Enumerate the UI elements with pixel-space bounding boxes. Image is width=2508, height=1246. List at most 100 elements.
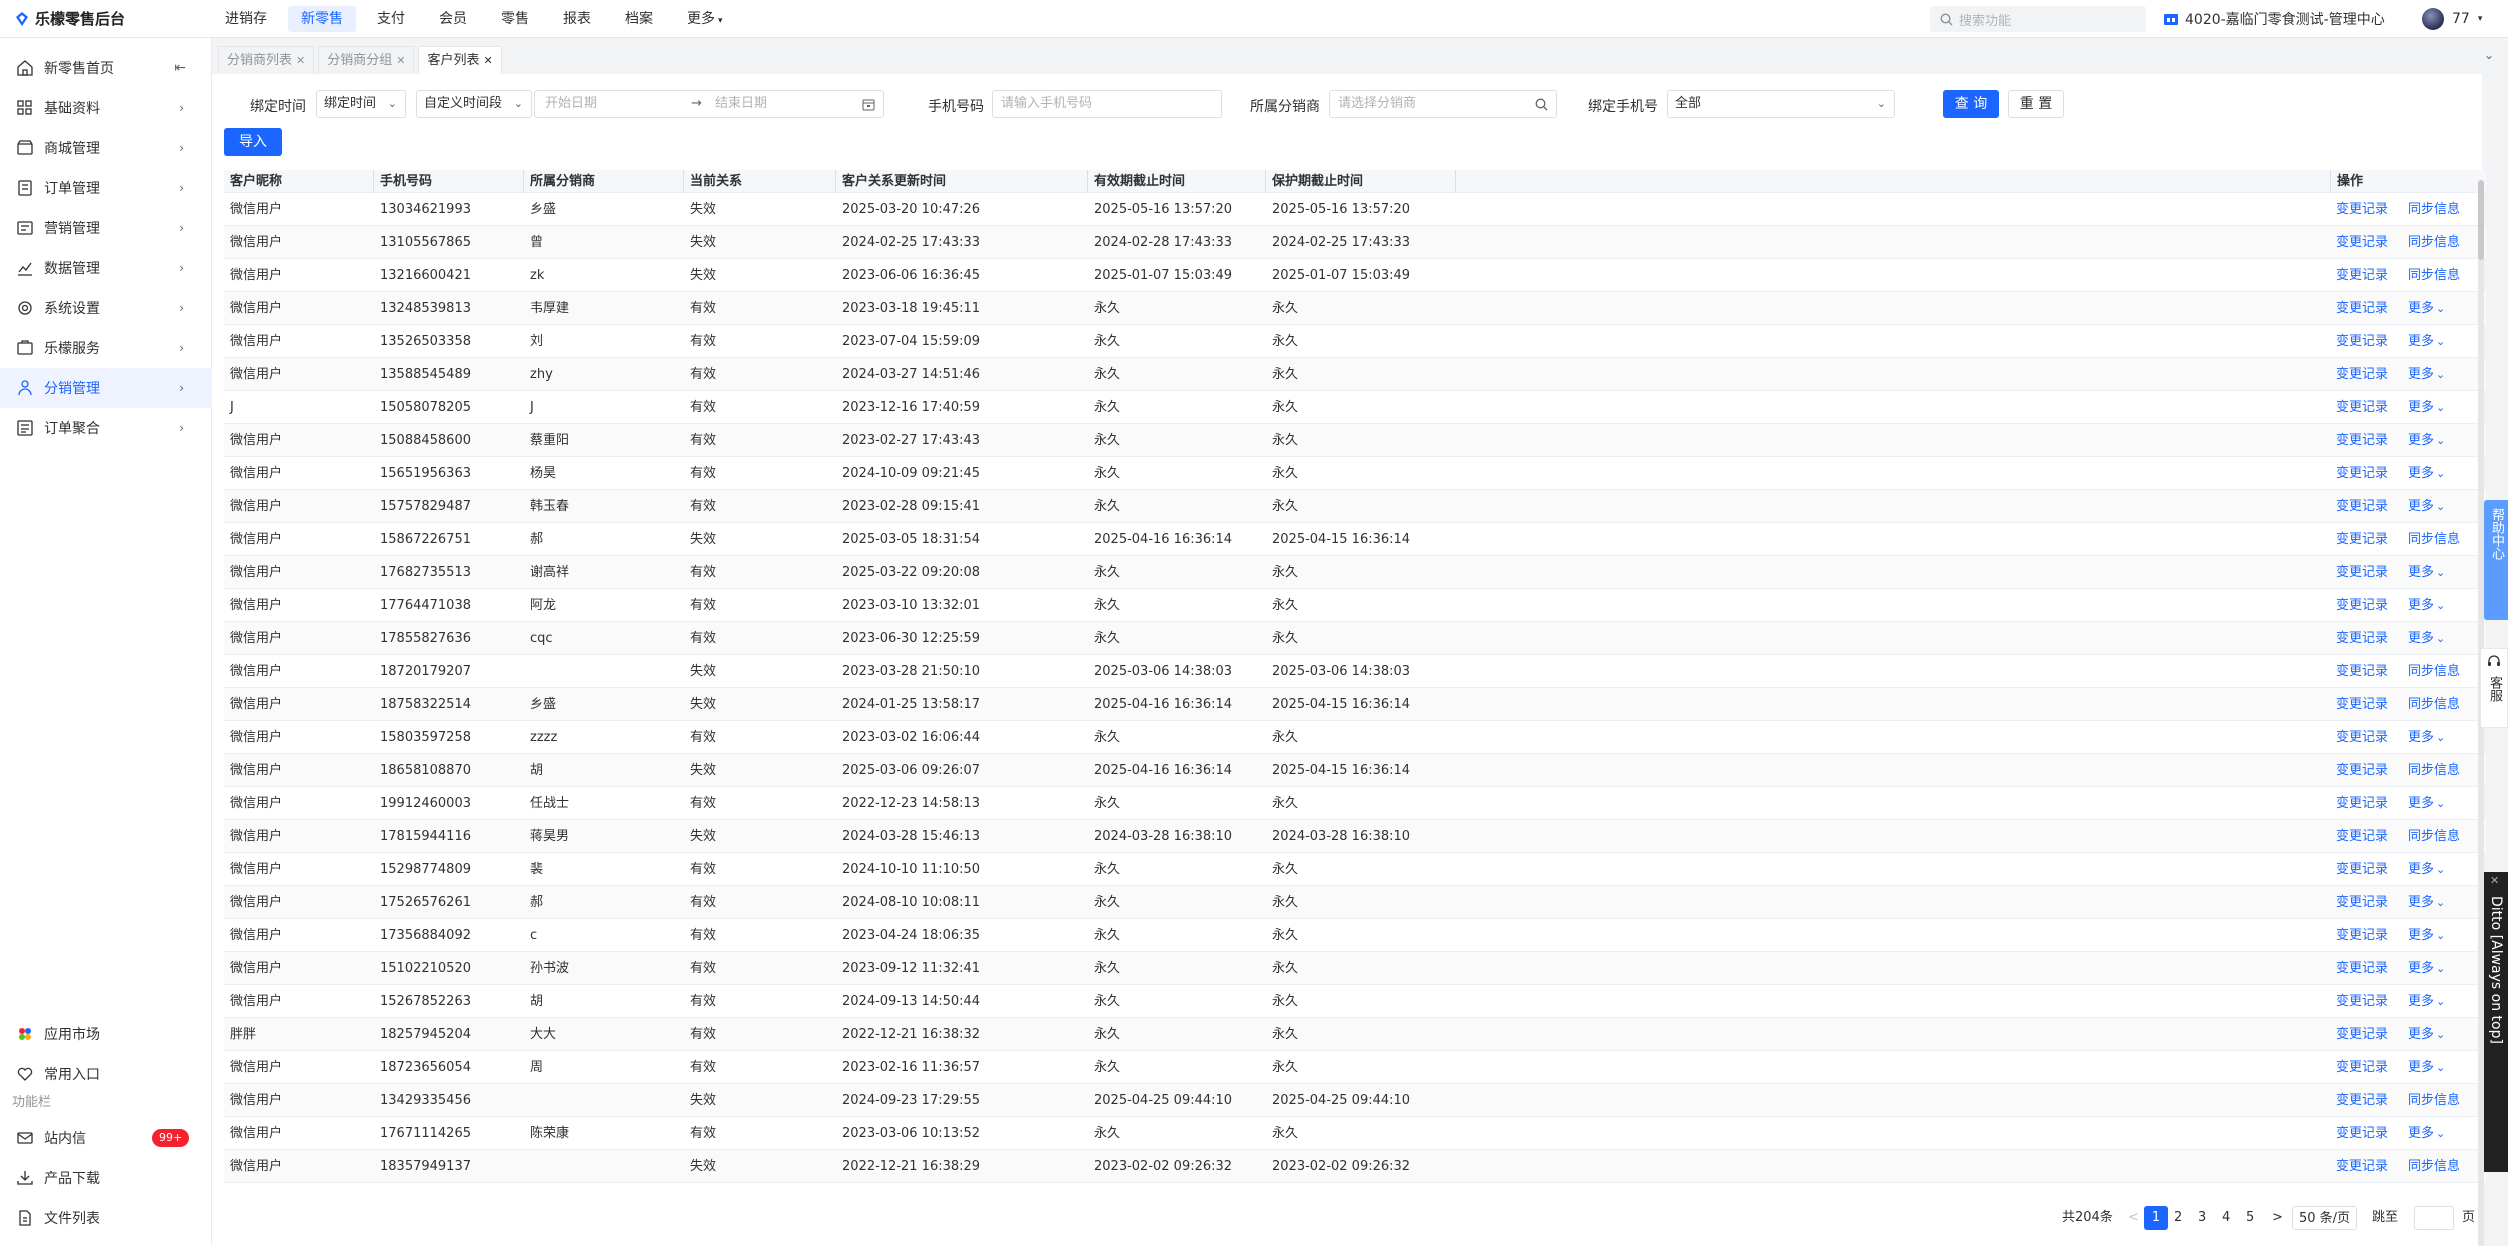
more-actions-link[interactable]: 更多 ⌄ xyxy=(2408,952,2445,985)
sync-info-link[interactable]: 同步信息 xyxy=(2408,193,2460,226)
page-number-button[interactable]: 5 xyxy=(2246,1206,2254,1230)
change-log-link[interactable]: 变更记录 xyxy=(2336,688,2388,721)
sync-info-link[interactable]: 同步信息 xyxy=(2408,1084,2460,1117)
change-log-link[interactable]: 变更记录 xyxy=(2336,457,2388,490)
query-button[interactable]: 查 询 xyxy=(1943,90,1999,118)
sync-info-link[interactable]: 同步信息 xyxy=(2408,688,2460,721)
top-nav-item[interactable]: 档案 xyxy=(612,6,666,32)
more-actions-link[interactable]: 更多 ⌄ xyxy=(2408,556,2445,589)
import-button[interactable]: 导入 xyxy=(224,128,282,156)
more-actions-link[interactable]: 更多 ⌄ xyxy=(2408,919,2445,952)
customer-service-tab[interactable]: 客服 xyxy=(2480,648,2508,728)
top-nav-item[interactable]: 进销存 xyxy=(212,6,280,32)
close-icon[interactable]: ✕ xyxy=(296,54,305,67)
date-range-picker[interactable]: 开始日期 → 结束日期 xyxy=(534,90,884,118)
top-nav-item[interactable]: 更多 ▾ xyxy=(674,6,736,32)
sync-info-link[interactable]: 同步信息 xyxy=(2408,259,2460,292)
change-log-link[interactable]: 变更记录 xyxy=(2336,622,2388,655)
change-log-link[interactable]: 变更记录 xyxy=(2336,523,2388,556)
sidebar-bottom-item[interactable]: 应用市场 xyxy=(0,1014,212,1054)
change-log-link[interactable]: 变更记录 xyxy=(2336,754,2388,787)
more-actions-link[interactable]: 更多 ⌄ xyxy=(2408,391,2445,424)
more-actions-link[interactable]: 更多 ⌄ xyxy=(2408,424,2445,457)
more-actions-link[interactable]: 更多 ⌄ xyxy=(2408,589,2445,622)
bind-time-select[interactable]: 绑定时间 ⌄ xyxy=(316,90,406,118)
top-nav-item[interactable]: 零售 xyxy=(488,6,542,32)
page-number-button[interactable]: 4 xyxy=(2222,1206,2230,1230)
sidebar-item[interactable]: 新零售首页 ⇤ xyxy=(0,48,212,88)
change-log-link[interactable]: 变更记录 xyxy=(2336,721,2388,754)
more-actions-link[interactable]: 更多 ⌄ xyxy=(2408,853,2445,886)
column-header[interactable]: 客户关系更新时间 xyxy=(836,170,1088,193)
change-log-link[interactable]: 变更记录 xyxy=(2336,556,2388,589)
page-tab[interactable]: 客户列表 ✕ xyxy=(418,46,502,74)
more-actions-link[interactable]: 更多 ⌄ xyxy=(2408,985,2445,1018)
top-nav-item[interactable]: 报表 xyxy=(550,6,604,32)
sidebar-item[interactable]: 订单管理 › xyxy=(0,168,212,208)
change-log-link[interactable]: 变更记录 xyxy=(2336,952,2388,985)
close-icon[interactable]: ✕ xyxy=(396,54,405,67)
column-header[interactable]: 客户昵称 xyxy=(224,170,374,193)
change-log-link[interactable]: 变更记录 xyxy=(2336,820,2388,853)
change-log-link[interactable]: 变更记录 xyxy=(2336,787,2388,820)
end-date-input[interactable]: 结束日期 xyxy=(715,91,767,117)
change-log-link[interactable]: 变更记录 xyxy=(2336,853,2388,886)
ditto-window[interactable]: ✕ Ditto [Always on top] xyxy=(2484,872,2508,1172)
change-log-link[interactable]: 变更记录 xyxy=(2336,226,2388,259)
time-range-select[interactable]: 自定义时间段 ⌄ xyxy=(416,90,532,118)
sidebar-bottom-item[interactable]: 常用入口 xyxy=(0,1054,212,1094)
more-actions-link[interactable]: 更多 ⌄ xyxy=(2408,457,2445,490)
column-header[interactable]: 有效期截止时间 xyxy=(1088,170,1266,193)
change-log-link[interactable]: 变更记录 xyxy=(2336,490,2388,523)
more-actions-link[interactable]: 更多 ⌄ xyxy=(2408,622,2445,655)
change-log-link[interactable]: 变更记录 xyxy=(2336,193,2388,226)
more-actions-link[interactable]: 更多 ⌄ xyxy=(2408,490,2445,523)
close-icon[interactable]: ✕ xyxy=(2490,874,2499,887)
page-size-select[interactable]: 50 条/页 xyxy=(2292,1206,2358,1230)
change-log-link[interactable]: 变更记录 xyxy=(2336,589,2388,622)
change-log-link[interactable]: 变更记录 xyxy=(2336,886,2388,919)
top-nav-item[interactable]: 会员 xyxy=(426,6,480,32)
change-log-link[interactable]: 变更记录 xyxy=(2336,1150,2388,1183)
function-item[interactable]: 文件列表 xyxy=(0,1198,212,1238)
sidebar-item[interactable]: 基础资料 › xyxy=(0,88,212,128)
more-actions-link[interactable]: 更多 ⌄ xyxy=(2408,1117,2445,1150)
change-log-link[interactable]: 变更记录 xyxy=(2336,985,2388,1018)
more-actions-link[interactable]: 更多 ⌄ xyxy=(2408,1051,2445,1084)
more-actions-link[interactable]: 更多 ⌄ xyxy=(2408,292,2445,325)
sync-info-link[interactable]: 同步信息 xyxy=(2408,226,2460,259)
close-icon[interactable]: ✕ xyxy=(483,54,492,67)
more-actions-link[interactable]: 更多 ⌄ xyxy=(2408,787,2445,820)
sidebar-item[interactable]: 营销管理 › xyxy=(0,208,212,248)
change-log-link[interactable]: 变更记录 xyxy=(2336,1051,2388,1084)
sync-info-link[interactable]: 同步信息 xyxy=(2408,1150,2460,1183)
sidebar-item[interactable]: 商城管理 › xyxy=(0,128,212,168)
sidebar-item[interactable]: 乐檬服务 › xyxy=(0,328,212,368)
page-number-button[interactable]: 1 xyxy=(2144,1206,2168,1230)
sidebar-item[interactable]: 订单聚合 › xyxy=(0,408,212,448)
user-menu[interactable]: 77 ▾ xyxy=(2422,0,2482,38)
column-header[interactable]: 当前关系 xyxy=(684,170,836,193)
jump-page-input[interactable] xyxy=(2414,1206,2454,1230)
collapse-sidebar-icon[interactable]: ⇤ xyxy=(174,60,186,76)
sidebar-item[interactable]: 数据管理 › xyxy=(0,248,212,288)
scrollbar-thumb[interactable] xyxy=(2478,180,2484,260)
more-actions-link[interactable]: 更多 ⌄ xyxy=(2408,1018,2445,1051)
change-log-link[interactable]: 变更记录 xyxy=(2336,325,2388,358)
change-log-link[interactable]: 变更记录 xyxy=(2336,1117,2388,1150)
column-header[interactable]: 所属分销商 xyxy=(524,170,684,193)
page-number-button[interactable]: 2 xyxy=(2174,1206,2182,1230)
tabs-dropdown-icon[interactable]: ⌄ xyxy=(2484,48,2494,62)
bind-phone-select[interactable]: 全部 ⌄ xyxy=(1667,90,1895,118)
change-log-link[interactable]: 变更记录 xyxy=(2336,1018,2388,1051)
change-log-link[interactable]: 变更记录 xyxy=(2336,424,2388,457)
change-log-link[interactable]: 变更记录 xyxy=(2336,292,2388,325)
sidebar-item[interactable]: 分销管理 › xyxy=(0,368,212,408)
page-tab[interactable]: 分销商列表 ✕ xyxy=(218,46,315,74)
more-actions-link[interactable]: 更多 ⌄ xyxy=(2408,358,2445,391)
sync-info-link[interactable]: 同步信息 xyxy=(2408,754,2460,787)
page-tab[interactable]: 分销商分组 ✕ xyxy=(318,46,415,74)
more-actions-link[interactable]: 更多 ⌄ xyxy=(2408,721,2445,754)
prev-page-button[interactable]: < xyxy=(2128,1206,2139,1230)
column-header[interactable]: 保护期截止时间 xyxy=(1266,170,1456,193)
